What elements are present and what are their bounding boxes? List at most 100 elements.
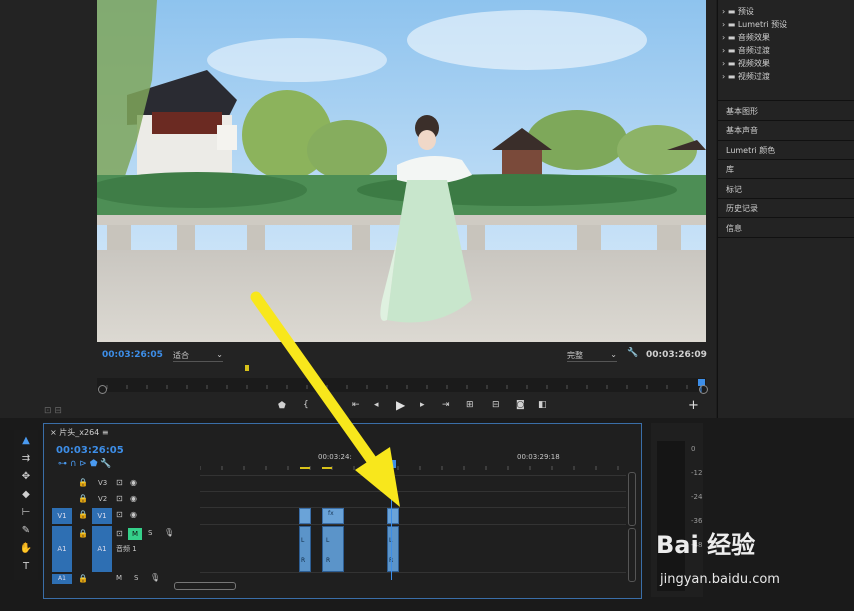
tools-panel: ▲ ⇉ ✥ ◆ ⊢ ✎ ✋ T: [14, 430, 38, 580]
chevron-right-icon: ›: [722, 20, 726, 29]
db-label: -36: [691, 517, 703, 525]
menu-icon[interactable]: ≡: [102, 428, 109, 437]
type-tool-icon[interactable]: T: [19, 560, 33, 574]
scroll-handle-right[interactable]: [699, 385, 708, 394]
track-label: V3: [98, 479, 108, 487]
camera-icon[interactable]: ◙: [516, 400, 525, 410]
quality-dropdown[interactable]: 完整 ⌄: [567, 350, 617, 362]
audio-meter: 0 -12 -24 -36 -48: [651, 423, 703, 597]
video-clip[interactable]: [387, 508, 399, 524]
eye-icon[interactable]: ◉: [130, 494, 137, 503]
watermark-logo: Bai 经验: [656, 531, 756, 559]
project-panel-icons: ⊡ ⊟: [44, 406, 62, 416]
sync-lock-icon[interactable]: ⊡: [116, 478, 123, 487]
solo-button-lower[interactable]: S: [134, 574, 138, 582]
lock-icon[interactable]: 🔒: [78, 494, 88, 503]
wrench-icon[interactable]: 🔧: [627, 348, 638, 358]
track-header-a1: A1 🔒 A1 ⊡ M S 🎙 音频 1: [50, 526, 200, 572]
eye-icon[interactable]: ◉: [130, 510, 137, 519]
razor-tool-icon[interactable]: ◆: [19, 488, 33, 502]
annotation-arrow: [250, 291, 400, 507]
panel-section-info[interactable]: 信息: [726, 223, 742, 234]
db-label: -24: [691, 493, 703, 501]
effects-tree-item[interactable]: › ▬ 音频过渡: [722, 45, 770, 56]
track-select-tool-icon[interactable]: ⇉: [19, 452, 33, 466]
effects-tree-item[interactable]: › ▬ 音频效果: [722, 32, 770, 43]
scroll-handle-left[interactable]: [98, 385, 107, 394]
program-timecode[interactable]: 00:03:26:05: [102, 350, 163, 360]
zoom-dropdown[interactable]: 适合 ⌄: [173, 350, 223, 362]
right-panel: › ▬ 预设 › ▬ Lumetri 预设 › ▬ 音频效果 › ▬ 音频过渡 …: [717, 0, 854, 418]
zoom-label: 适合: [173, 351, 189, 360]
video-clip[interactable]: [299, 508, 311, 524]
chevron-down-icon: ⌄: [216, 350, 223, 359]
lock-icon[interactable]: 🔒: [78, 574, 88, 583]
db-label: -12: [691, 469, 703, 477]
pen-tool-icon[interactable]: ✎: [19, 524, 33, 538]
folder-icon: ▬: [727, 20, 736, 29]
microphone-icon[interactable]: 🎙: [150, 573, 160, 582]
lock-icon[interactable]: 🔒: [78, 510, 88, 519]
source-patch-a1-lower[interactable]: A1: [52, 574, 72, 584]
audio-track-name: 音频 1: [116, 545, 137, 553]
solo-button[interactable]: S: [148, 529, 152, 537]
meter-bar: [657, 441, 685, 591]
sync-lock-icon[interactable]: ⊡: [116, 529, 123, 538]
audio-clip[interactable]: L R: [299, 526, 311, 572]
extract-icon[interactable]: ⊟: [492, 400, 500, 410]
microphone-icon[interactable]: 🎙: [164, 528, 174, 537]
effects-tree-item[interactable]: › ▬ 视频效果: [722, 58, 770, 69]
chevron-right-icon: ›: [722, 7, 726, 16]
lock-icon[interactable]: 🔒: [78, 529, 88, 538]
add-button-icon[interactable]: +: [688, 398, 699, 413]
panel-section-lumetri-color[interactable]: Lumetri 颜色: [726, 145, 775, 156]
audio-vertical-scrollbar[interactable]: [628, 528, 636, 582]
folder-icon: ▬: [727, 59, 736, 68]
sync-lock-icon[interactable]: ⊡: [116, 494, 123, 503]
quality-label: 完整: [567, 351, 583, 360]
lock-icon[interactable]: 🔒: [78, 478, 88, 487]
effects-tree-item[interactable]: › ▬ Lumetri 预设: [722, 19, 787, 30]
selection-tool-icon[interactable]: ▲: [19, 434, 33, 448]
video-clip[interactable]: fx: [322, 508, 344, 524]
audio-clip[interactable]: L R: [322, 526, 344, 572]
panel-section-essential-sound[interactable]: 基本声音: [726, 125, 758, 136]
timeline-tool-icons[interactable]: ⊶ ∩ ⊳ ⬟ 🔧: [58, 459, 112, 469]
chevron-right-icon: ›: [722, 72, 726, 81]
audio-clip[interactable]: L R: [387, 526, 399, 572]
source-patch-v1[interactable]: V1: [52, 508, 72, 524]
effects-tree-item[interactable]: › ▬ 视频过渡: [722, 71, 770, 82]
eye-icon[interactable]: ◉: [130, 478, 137, 487]
close-icon[interactable]: ×: [50, 428, 57, 437]
track-header-v2: 🔒 V2 ⊡ ◉: [50, 492, 200, 508]
mute-button-lower[interactable]: M: [116, 574, 122, 582]
step-forward-icon[interactable]: ▸: [420, 400, 425, 410]
hand-tool-icon[interactable]: ✋: [19, 542, 33, 556]
panel-section-history[interactable]: 历史记录: [726, 203, 758, 214]
panel-section-markers[interactable]: 标记: [726, 184, 742, 195]
track-header-v1: V1 🔒 V1 ⊡ ◉: [50, 508, 200, 524]
ripple-edit-tool-icon[interactable]: ✥: [19, 470, 33, 484]
track-target-v1[interactable]: V1: [92, 508, 112, 524]
video-vertical-scrollbar[interactable]: [628, 472, 636, 526]
ruler-label: 00:03:29:18: [517, 453, 560, 461]
effects-tree-item[interactable]: › ▬ 预设: [722, 6, 754, 17]
sync-lock-icon[interactable]: ⊡: [116, 510, 123, 519]
sequence-name: 片头_x264: [59, 428, 100, 437]
chevron-right-icon: ›: [722, 59, 726, 68]
mute-button[interactable]: M: [128, 528, 142, 540]
go-to-out-icon[interactable]: ⇥: [442, 400, 450, 410]
sequence-tab[interactable]: × 片头_x264 ≡: [50, 427, 109, 438]
slip-tool-icon[interactable]: ⊢: [19, 506, 33, 520]
lift-icon[interactable]: ⊞: [466, 400, 474, 410]
timeline-horizontal-scrollbar[interactable]: [174, 582, 236, 590]
folder-icon: ▬: [727, 33, 736, 42]
source-patch-a1[interactable]: A1: [52, 526, 72, 572]
comparison-icon[interactable]: ◧: [538, 400, 547, 410]
panel-section-libraries[interactable]: 库: [726, 164, 734, 175]
timeline-timecode[interactable]: 00:03:26:05: [56, 445, 124, 456]
panel-section-essential-graphics[interactable]: 基本图形: [726, 106, 758, 117]
track-target-a1[interactable]: A1: [92, 526, 112, 572]
track-header-v3: 🔒 V3 ⊡ ◉: [50, 476, 200, 492]
folder-icon: ▬: [727, 7, 736, 16]
